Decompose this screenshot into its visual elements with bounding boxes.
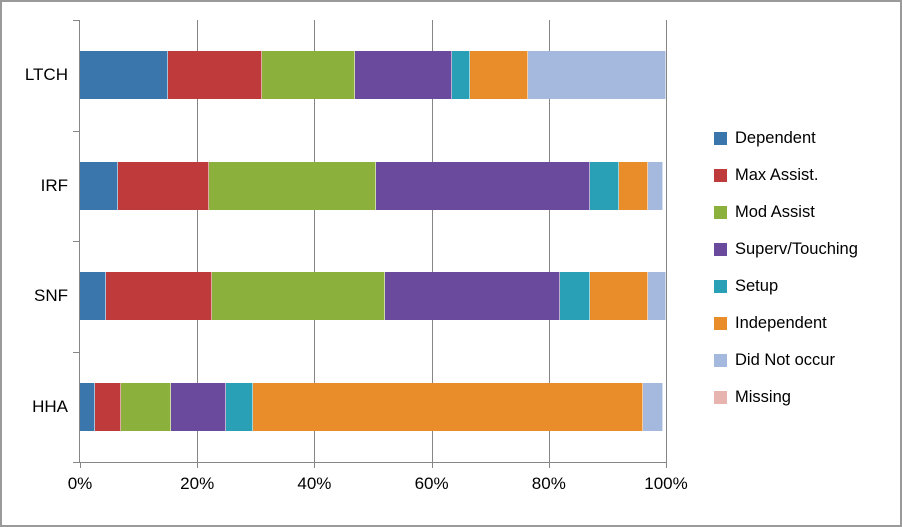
bar-segment[interactable] bbox=[208, 161, 376, 210]
legend-label: Superv/Touching bbox=[735, 240, 858, 258]
legend-label: Dependent bbox=[735, 129, 816, 147]
y-axis-category-label: LTCH bbox=[24, 65, 68, 85]
bar-segment[interactable] bbox=[648, 272, 666, 321]
x-axis-tick-label: 60% bbox=[414, 474, 449, 493]
legend-item[interactable]: Setup bbox=[714, 268, 894, 305]
legend-item[interactable]: Superv/Touching bbox=[714, 231, 894, 268]
category-row-ltch: LTCH bbox=[2, 20, 900, 131]
x-axis-tick bbox=[666, 462, 667, 468]
bar-segment[interactable] bbox=[80, 272, 107, 321]
x-axis-tick-label: 40% bbox=[297, 474, 332, 493]
bar-segment[interactable] bbox=[589, 161, 620, 210]
legend-swatch-icon bbox=[714, 243, 727, 256]
x-axis-tick bbox=[314, 462, 316, 468]
bar-segment[interactable] bbox=[252, 382, 643, 431]
stacked-bar[interactable] bbox=[80, 51, 666, 100]
x-axis-tick-label: 20% bbox=[180, 474, 215, 493]
bar-segment[interactable] bbox=[226, 382, 253, 431]
legend-item[interactable]: Max Assist. bbox=[714, 157, 894, 194]
bar-segment[interactable] bbox=[94, 382, 121, 431]
bar-segment[interactable] bbox=[106, 272, 212, 321]
x-axis-tick-label: 0% bbox=[67, 474, 93, 493]
bar-segment[interactable] bbox=[261, 51, 356, 100]
y-axis-category-label: IRF bbox=[40, 175, 68, 195]
bar-segment[interactable] bbox=[560, 272, 590, 321]
legend-swatch-icon bbox=[714, 354, 727, 367]
x-axis-tick bbox=[80, 462, 81, 468]
legend-swatch-icon bbox=[714, 206, 727, 219]
bar-segment[interactable] bbox=[375, 161, 590, 210]
y-axis-category-label: HHA bbox=[32, 396, 68, 416]
bar-segment[interactable] bbox=[642, 382, 663, 431]
bar-segment[interactable] bbox=[469, 51, 529, 100]
legend-item[interactable]: Missing bbox=[714, 379, 894, 416]
chart-container: LTCH IRF SNF HHA 0% 20% 40% 60% 80% 100% Depende… bbox=[0, 0, 902, 527]
bar-segment[interactable] bbox=[80, 51, 168, 100]
x-axis-tick-label: 100% bbox=[644, 474, 688, 493]
legend-label: Max Assist. bbox=[735, 166, 819, 184]
x-axis-tick bbox=[548, 462, 550, 468]
legend-label: Missing bbox=[735, 388, 791, 406]
legend: Dependent Max Assist. Mod Assist Superv/Tou… bbox=[714, 120, 894, 416]
legend-swatch-icon bbox=[714, 132, 727, 145]
legend-item[interactable]: Did Not occur bbox=[714, 342, 894, 379]
stacked-bar[interactable] bbox=[80, 161, 666, 210]
legend-swatch-icon bbox=[714, 317, 727, 330]
bar-segment[interactable] bbox=[80, 161, 119, 210]
stacked-bar[interactable] bbox=[80, 382, 666, 431]
bar-segment[interactable] bbox=[648, 161, 664, 210]
bar-segment[interactable] bbox=[167, 51, 262, 100]
bar-segment[interactable] bbox=[384, 272, 561, 321]
y-axis-category-label: SNF bbox=[34, 286, 68, 306]
x-axis-line bbox=[79, 462, 667, 463]
legend-swatch-icon bbox=[714, 280, 727, 293]
x-axis-tick bbox=[197, 462, 199, 468]
bar-segment[interactable] bbox=[589, 272, 649, 321]
y-axis-tick bbox=[73, 462, 80, 463]
bar-segment[interactable] bbox=[211, 272, 385, 321]
legend-item[interactable]: Dependent bbox=[714, 120, 894, 157]
bar-segment[interactable] bbox=[118, 161, 209, 210]
x-axis-tick bbox=[431, 462, 433, 468]
bar-segment[interactable] bbox=[619, 161, 649, 210]
legend-label: Did Not occur bbox=[735, 351, 835, 369]
legend-swatch-icon bbox=[714, 169, 727, 182]
legend-item[interactable]: Mod Assist bbox=[714, 194, 894, 231]
bar-segment[interactable] bbox=[121, 382, 171, 431]
legend-swatch-icon bbox=[714, 391, 727, 404]
bar-segment[interactable] bbox=[170, 382, 227, 431]
stacked-bar[interactable] bbox=[80, 272, 666, 321]
bar-segment[interactable] bbox=[528, 51, 666, 100]
legend-label: Setup bbox=[735, 277, 779, 295]
bar-segment[interactable] bbox=[80, 382, 95, 431]
bar-segment[interactable] bbox=[452, 51, 470, 100]
legend-label: Independent bbox=[735, 314, 827, 332]
legend-item[interactable]: Independent bbox=[714, 305, 894, 342]
bar-segment[interactable] bbox=[355, 51, 453, 100]
x-axis-tick-label: 80% bbox=[531, 474, 566, 493]
legend-label: Mod Assist bbox=[735, 203, 815, 221]
